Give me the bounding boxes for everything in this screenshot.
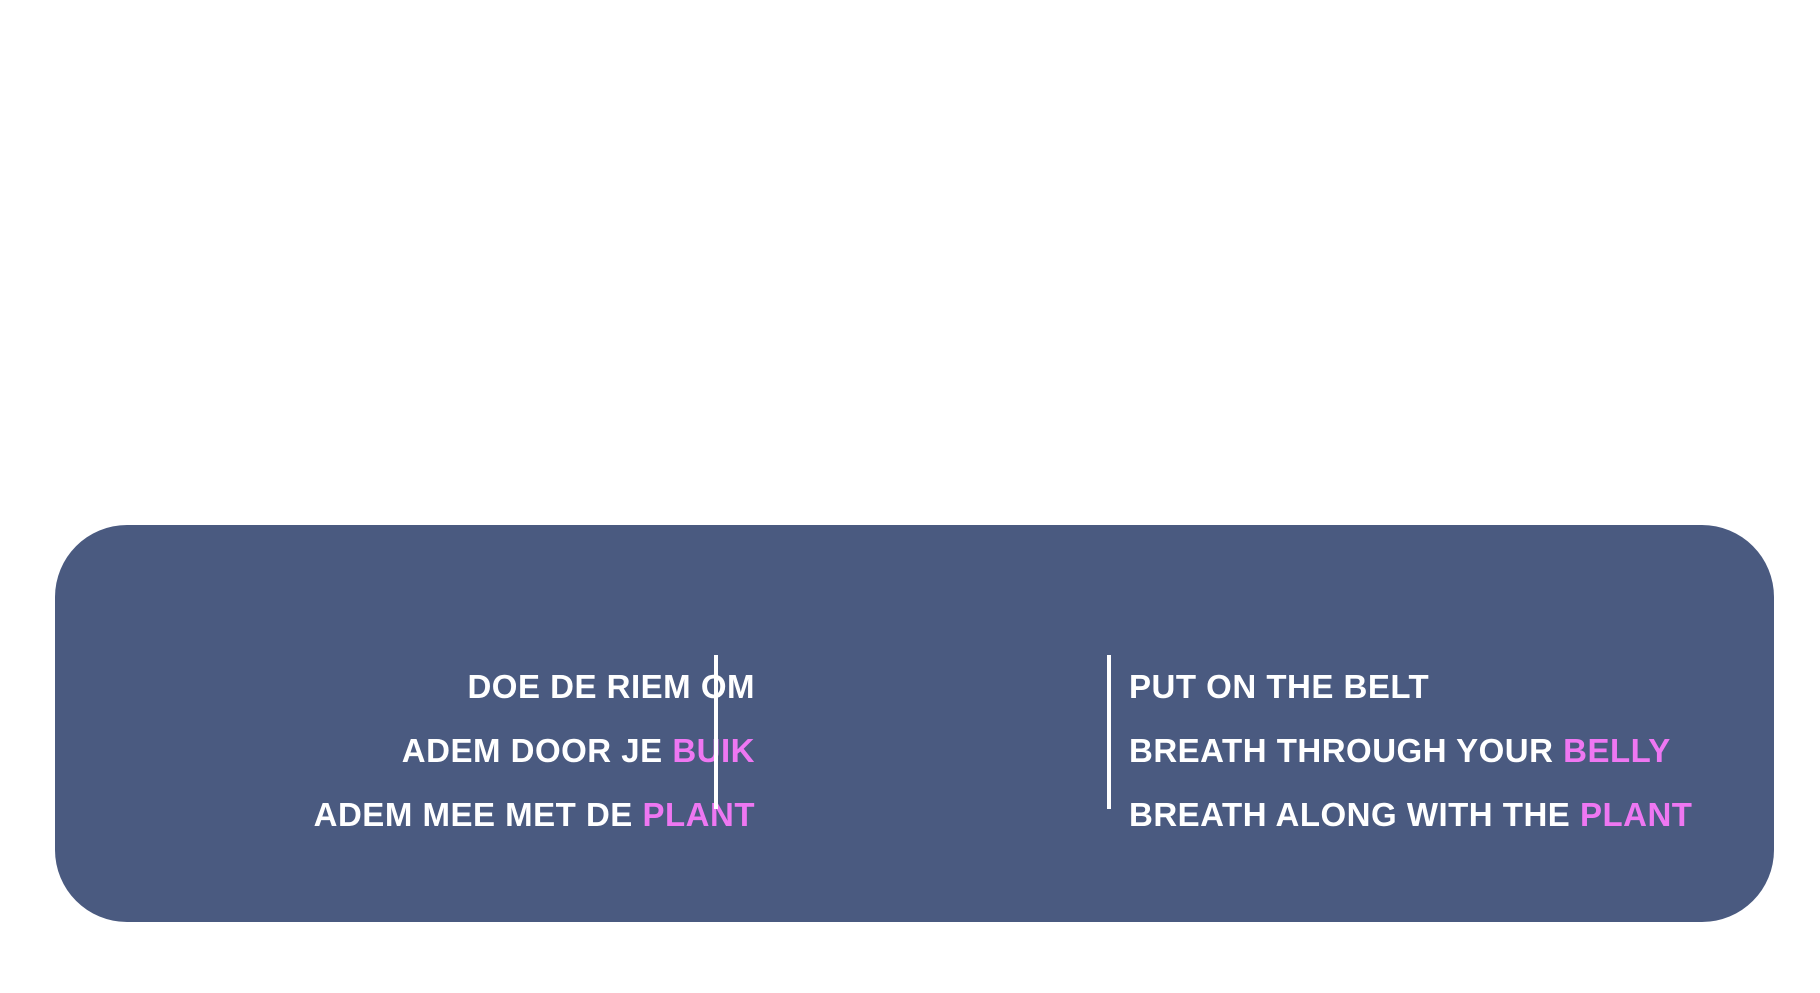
dutch-line-1-text: DOE DE RIEM OM bbox=[467, 668, 755, 705]
english-line-1-text: PUT ON THE BELT bbox=[1129, 668, 1430, 705]
slide: DOE DE RIEM OM ADEM DOOR JE BUIK ADEM ME… bbox=[0, 0, 1820, 993]
dutch-line-2-text: ADEM DOOR JE bbox=[401, 732, 673, 769]
english-line-2: BREATH THROUGH YOUR BELLY bbox=[1129, 719, 1692, 783]
dutch-line-3-highlight: PLANT bbox=[642, 796, 755, 833]
dutch-line-3-text: ADEM MEE MET DE bbox=[313, 796, 643, 833]
english-instructions: PUT ON THE BELT BREATH THROUGH YOUR BELL… bbox=[1129, 655, 1692, 847]
english-line-3-highlight: PLANT bbox=[1579, 796, 1693, 833]
english-line-1: PUT ON THE BELT bbox=[1129, 655, 1692, 719]
instruction-panel: DOE DE RIEM OM ADEM DOOR JE BUIK ADEM ME… bbox=[55, 525, 1774, 922]
english-line-3-text: BREATH ALONG WITH THE bbox=[1129, 796, 1580, 833]
english-line-2-text: BREATH THROUGH YOUR bbox=[1129, 732, 1564, 769]
dutch-line-2: ADEM DOOR JE BUIK bbox=[314, 719, 755, 783]
english-line-2-highlight: BELLY bbox=[1563, 732, 1671, 769]
dutch-line-3: ADEM MEE MET DE PLANT bbox=[314, 783, 755, 847]
dutch-instructions: DOE DE RIEM OM ADEM DOOR JE BUIK ADEM ME… bbox=[314, 655, 755, 847]
dutch-line-1: DOE DE RIEM OM bbox=[314, 655, 755, 719]
left-divider bbox=[714, 655, 718, 809]
right-divider bbox=[1107, 655, 1111, 809]
english-line-3: BREATH ALONG WITH THE PLANT bbox=[1129, 783, 1692, 847]
